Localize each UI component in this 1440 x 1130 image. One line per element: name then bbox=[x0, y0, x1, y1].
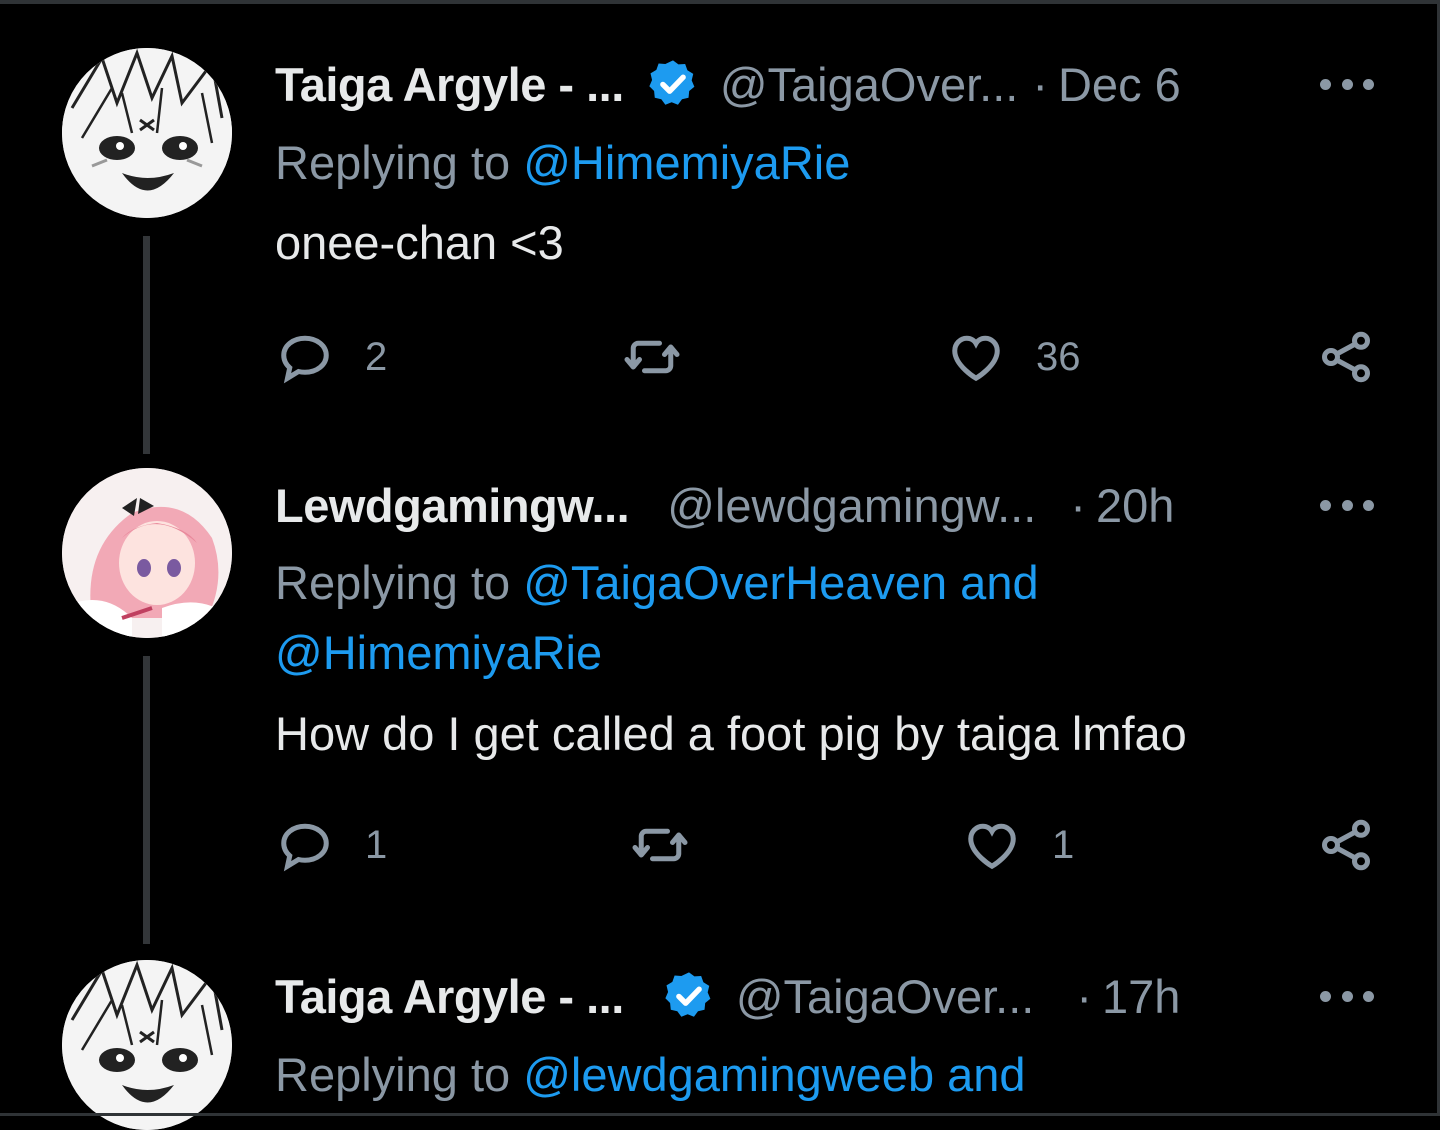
more-icon[interactable] bbox=[1320, 495, 1374, 515]
handle[interactable]: @TaigaOver... bbox=[736, 969, 1035, 1024]
verified-badge-icon bbox=[665, 972, 711, 1017]
action-bar: 1 1 bbox=[0, 815, 1440, 875]
display-name[interactable]: Lewdgamingw... bbox=[275, 478, 630, 533]
reply-button[interactable]: 2 bbox=[275, 327, 387, 387]
retweet-button[interactable] bbox=[622, 327, 682, 387]
share-button[interactable] bbox=[1316, 327, 1376, 387]
handle[interactable]: @TaigaOver... bbox=[720, 57, 1019, 112]
separator-dot: · bbox=[1032, 57, 1048, 111]
mention-link[interactable]: @HimemiyaRie bbox=[523, 136, 850, 189]
manga-face-avatar-icon bbox=[62, 960, 232, 1130]
like-count: 1 bbox=[1052, 822, 1075, 867]
replying-to: Replying to @TaigaOverHeaven and @Himemi… bbox=[275, 548, 1275, 688]
like-icon bbox=[952, 335, 1000, 382]
pink-hair-anime-avatar-icon bbox=[62, 468, 232, 638]
replying-to: Replying to @lewdgamingweeb and bbox=[275, 1040, 1275, 1110]
tweet-text: How do I get called a foot pig by taiga … bbox=[275, 707, 1187, 760]
reply-button[interactable]: 1 bbox=[275, 815, 387, 875]
like-icon bbox=[968, 823, 1016, 870]
mention-link[interactable]: @lewdgamingweeb and bbox=[523, 1048, 1025, 1101]
reply-icon bbox=[281, 823, 329, 872]
action-bar: 2 36 bbox=[0, 327, 1440, 387]
reply-count: 1 bbox=[365, 822, 388, 867]
display-name[interactable]: Taiga Argyle - ... bbox=[275, 57, 624, 112]
retweet-icon bbox=[632, 828, 688, 862]
mention-link[interactable]: @HimemiyaRie bbox=[275, 626, 602, 679]
display-name[interactable]: Taiga Argyle - ... bbox=[275, 969, 624, 1024]
replying-to-label: Replying to bbox=[275, 1048, 524, 1101]
handle[interactable]: @lewdgamingw... bbox=[667, 478, 1036, 533]
like-count: 36 bbox=[1036, 334, 1081, 379]
tweet-header: Lewdgamingw... @lewdgamingw... · 20h bbox=[275, 475, 1174, 535]
share-icon bbox=[1322, 331, 1370, 383]
more-icon[interactable] bbox=[1320, 74, 1374, 94]
reply-icon bbox=[281, 335, 329, 384]
timestamp[interactable]: 20h bbox=[1096, 478, 1174, 533]
timestamp[interactable]: Dec 6 bbox=[1058, 57, 1181, 112]
avatar-taiga[interactable] bbox=[62, 960, 232, 1130]
verified-badge-icon bbox=[649, 60, 695, 105]
like-button[interactable]: 1 bbox=[962, 815, 1074, 875]
retweet-icon bbox=[624, 340, 680, 374]
tweet-header: Taiga Argyle - ... @TaigaOver... · Dec 6 bbox=[275, 54, 1181, 114]
timestamp[interactable]: 17h bbox=[1102, 969, 1180, 1024]
replying-to: Replying to @HimemiyaRie bbox=[275, 128, 1275, 198]
tweet-text: onee-chan <3 bbox=[275, 216, 564, 269]
avatar-lewdgaming[interactable] bbox=[62, 468, 232, 638]
reply-count: 2 bbox=[365, 334, 388, 379]
tweet-header: Taiga Argyle - ... @TaigaOver... · 17h bbox=[275, 966, 1180, 1026]
thread-line bbox=[143, 656, 150, 944]
mention-link[interactable]: @TaigaOverHeaven and bbox=[523, 556, 1038, 609]
separator-dot: · bbox=[1070, 478, 1086, 532]
frame-top-border bbox=[0, 0, 1440, 4]
replying-to-label: Replying to bbox=[275, 556, 524, 609]
share-button[interactable] bbox=[1316, 815, 1376, 875]
avatar-taiga[interactable] bbox=[62, 48, 232, 218]
separator-dot: · bbox=[1076, 969, 1092, 1023]
more-icon[interactable] bbox=[1320, 986, 1374, 1006]
replying-to-label: Replying to bbox=[275, 136, 524, 189]
retweet-button[interactable] bbox=[630, 815, 690, 875]
manga-face-avatar-icon bbox=[62, 48, 232, 218]
share-icon bbox=[1322, 819, 1370, 871]
like-button[interactable]: 36 bbox=[946, 327, 1081, 387]
